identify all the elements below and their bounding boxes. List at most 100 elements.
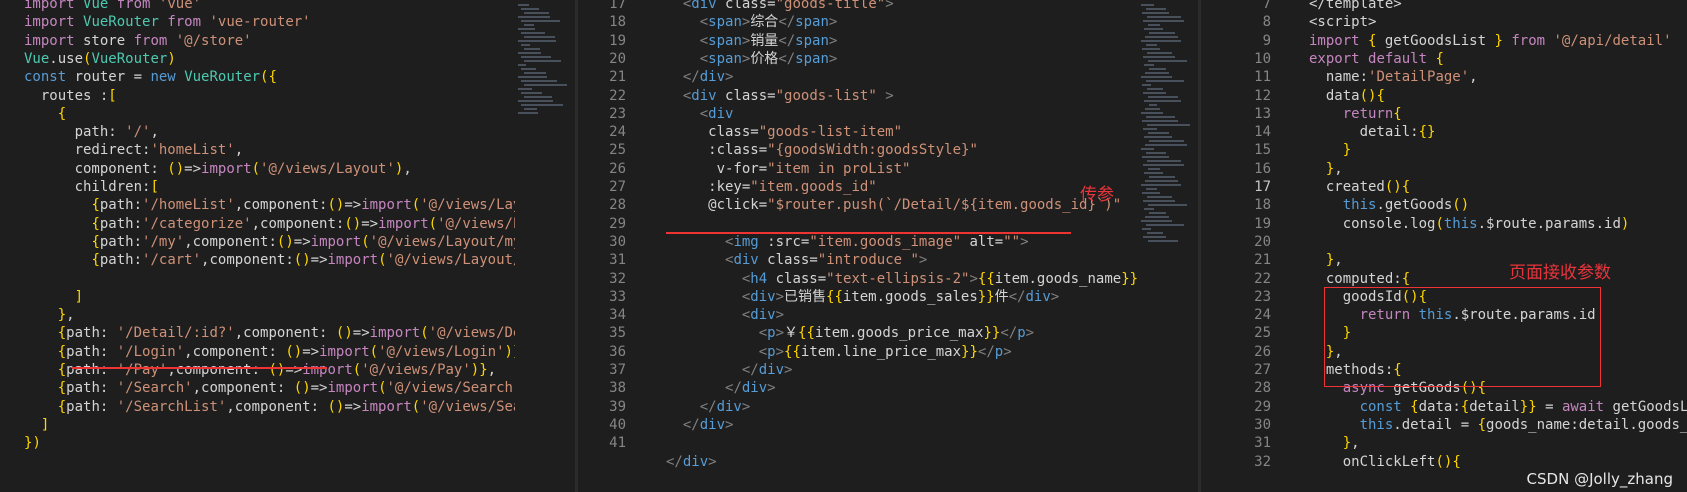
middle-code-line[interactable]: </div>: [666, 67, 734, 87]
right-code-line[interactable]: const {data:{detail}} = await getGoodsLi…: [1309, 397, 1687, 417]
minimap-stroke: [1144, 28, 1163, 30]
minimap-stroke: [1147, 52, 1172, 54]
left-code-line[interactable]: children:[: [24, 177, 159, 197]
computed-highlight-box: [1324, 287, 1601, 387]
minimap-stroke: [518, 100, 553, 102]
middle-editor-pane[interactable]: 17 18 19 20 21 22 23 24 25 26 27 28 29 30 31 32 33 34 35 36…: [578, 0, 1138, 492]
minimap-stroke: [524, 24, 534, 26]
minimap-stroke: [1147, 16, 1181, 18]
line-number: 31: [609, 252, 626, 269]
minimap-stroke: [521, 68, 536, 70]
middle-code-line[interactable]: <p>{{item.line_price_max}}</p>: [666, 342, 1012, 362]
right-code-line[interactable]: }: [1309, 140, 1351, 160]
line-number: 9: [1262, 32, 1271, 49]
middle-code-line[interactable]: </div>: [666, 397, 751, 417]
middle-code-line[interactable]: <div>已销售{{item.goods_sales}}件</div>: [666, 287, 1059, 307]
right-code-line[interactable]: return{: [1309, 104, 1402, 124]
right-code-line[interactable]: data(){: [1309, 86, 1385, 106]
middle-code-line[interactable]: <span>销量</span>: [666, 31, 838, 51]
left-code-line[interactable]: redirect:'homeList',: [24, 140, 244, 160]
middle-code-line[interactable]: <div class="goods-list" >: [666, 86, 894, 106]
left-code-line[interactable]: import store from '@/store': [24, 31, 252, 51]
minimap-stroke: [524, 108, 537, 110]
right-code-line[interactable]: detail:{}: [1309, 122, 1436, 142]
left-code-line[interactable]: {path:'/cart',component:()=>import('@/vi…: [24, 250, 515, 270]
right-code-line[interactable]: created(){: [1309, 177, 1410, 197]
right-code-line[interactable]: },: [1309, 433, 1360, 453]
minimap-stroke: [1145, 216, 1169, 218]
middle-code-line[interactable]: <p>￥{{item.goods_price_max}}</p>: [666, 323, 1034, 343]
left-code-line[interactable]: {path:'/categorize',component:()=>import…: [24, 214, 515, 234]
left-code-line[interactable]: {: [24, 104, 66, 124]
minimap-stroke: [1141, 40, 1181, 42]
right-code-line[interactable]: },: [1309, 250, 1343, 270]
left-code-line[interactable]: const router = new VueRouter({: [24, 67, 277, 87]
middle-minimap[interactable]: [1138, 0, 1198, 492]
left-minimap[interactable]: [515, 0, 575, 492]
middle-code-line[interactable]: @click="$router.push(`/Detail/${item.goo…: [666, 195, 1121, 215]
minimap-stroke: [1148, 60, 1187, 62]
left-code-line[interactable]: import VueRouter from 'vue-router': [24, 12, 311, 32]
right-code-line[interactable]: name:'DetailPage',: [1309, 67, 1478, 87]
middle-code-line[interactable]: <div>: [666, 305, 784, 325]
left-code-line[interactable]: ]: [24, 415, 49, 435]
right-editor-pane[interactable]: 7 8 9 10 11 12 13 14 15 16 17 18 19 20 21 22 23 24 25 26 27 2…: [1201, 0, 1687, 492]
minimap-stroke: [1142, 120, 1178, 122]
minimap-stroke: [1141, 4, 1154, 6]
right-code-line[interactable]: computed:{: [1309, 269, 1410, 289]
left-code-line[interactable]: {path: '/Pay',component: ()=>import('@/v…: [24, 360, 496, 380]
right-code-line[interactable]: this.getGoods(): [1309, 195, 1469, 215]
detail-route-underline: [72, 367, 327, 369]
left-code-line[interactable]: {path: '/Login',component: ()=>import('@…: [24, 342, 515, 362]
middle-code-line[interactable]: </div>: [666, 360, 793, 380]
line-number: 31: [1254, 435, 1271, 452]
middle-code-line[interactable]: <div class="introduce ">: [666, 250, 927, 270]
line-number: 21: [1254, 252, 1271, 269]
left-editor-pane[interactable]: import Vue from 'vue' import VueRouter fr…: [0, 0, 515, 492]
minimap-stroke: [521, 44, 530, 46]
middle-code-line[interactable]: <span>综合</span>: [666, 12, 838, 32]
middle-code-line[interactable]: class="goods-list-item": [666, 122, 902, 142]
right-code-line[interactable]: onClickLeft(){: [1309, 452, 1461, 472]
left-code-line[interactable]: routes :[: [24, 86, 117, 106]
left-code-line[interactable]: {path: '/SearchList',component: ()=>impo…: [24, 397, 515, 417]
minimap-stroke: [521, 104, 563, 106]
middle-code-line[interactable]: :class="{goodsWidth:goodsStyle}": [666, 140, 978, 160]
minimap-stroke: [1147, 88, 1163, 90]
right-code-line[interactable]: },: [1309, 159, 1343, 179]
middle-code-line[interactable]: :key="item.goods_id": [666, 177, 877, 197]
left-code-line[interactable]: ]: [24, 287, 83, 307]
right-code-line[interactable]: console.log(this.$route.params.id): [1309, 214, 1630, 234]
minimap-stroke: [1144, 136, 1172, 138]
minimap-stroke: [1148, 204, 1187, 206]
middle-code-line[interactable]: v-for="item in proList": [666, 159, 911, 179]
minimap-stroke: [1144, 64, 1154, 66]
left-code-line[interactable]: Vue.use(VueRouter): [24, 49, 176, 69]
line-number: 16: [1254, 160, 1271, 177]
middle-code-line[interactable]: <span>价格</span>: [666, 49, 838, 69]
left-code-line[interactable]: {path: '/Search',component: ()=>import('…: [24, 378, 515, 398]
middle-code-line[interactable]: </div>: [666, 415, 734, 435]
left-code-line[interactable]: }): [24, 433, 41, 453]
minimap-stroke: [1142, 192, 1160, 194]
middle-code-line[interactable]: <div: [666, 104, 734, 124]
left-code-line[interactable]: {path:'/my',component:()=>import('@/view…: [24, 232, 515, 252]
middle-code-line[interactable]: </div>: [666, 452, 717, 472]
right-code-line[interactable]: import { getGoodsList } from '@/api/deta…: [1309, 31, 1672, 51]
middle-code-line[interactable]: <h4 class="text-ellipsis-2">{{item.goods…: [666, 269, 1138, 289]
left-code-line[interactable]: component: ()=>import('@/views/Layout'),: [24, 159, 412, 179]
middle-code-line[interactable]: <img :src="item.goods_image" alt="">: [666, 232, 1028, 252]
left-code-line[interactable]: {path: '/Detail/:id?',component: ()=>imp…: [24, 323, 515, 343]
right-code-line[interactable]: <script>: [1309, 12, 1376, 32]
right-code-line[interactable]: this.detail = {goods_name:detail.goods_n…: [1309, 415, 1687, 435]
left-code-line[interactable]: {path:'/homeList',component:()=>import('…: [24, 195, 515, 215]
minimap-stroke: [524, 72, 546, 74]
line-number: 29: [609, 215, 626, 232]
minimap-stroke: [1148, 132, 1169, 134]
left-code-line[interactable]: path: '/',: [24, 122, 159, 142]
left-code-line[interactable]: },: [24, 305, 75, 325]
right-code-line[interactable]: export default {: [1309, 49, 1444, 69]
minimap-stroke: [1144, 208, 1154, 210]
middle-code-line[interactable]: </div>: [666, 378, 776, 398]
minimap-stroke: [1146, 188, 1157, 190]
